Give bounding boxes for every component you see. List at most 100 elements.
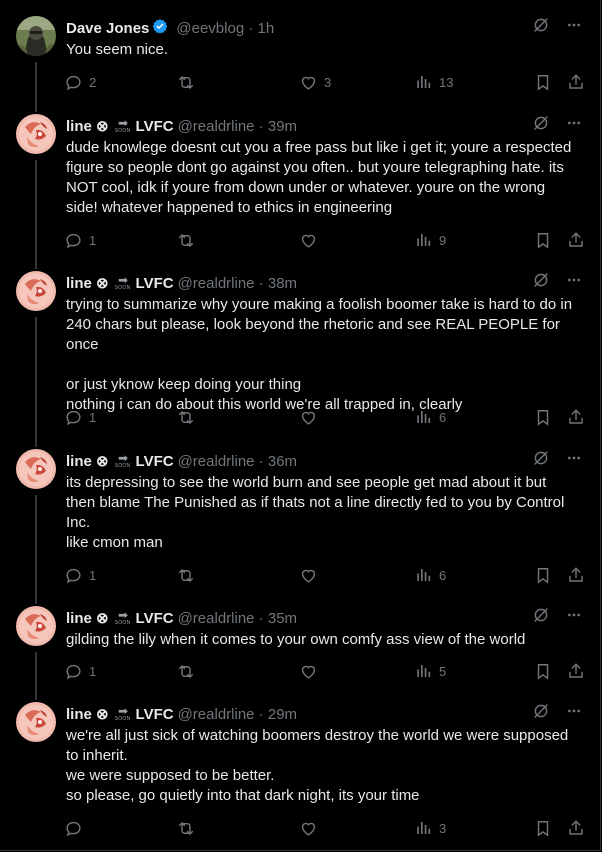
like-button[interactable] bbox=[299, 230, 324, 250]
grok-icon[interactable] bbox=[532, 271, 550, 289]
views-icon bbox=[415, 566, 433, 584]
author-name-suffix[interactable]: LVFC bbox=[136, 610, 174, 627]
grok-icon[interactable] bbox=[532, 114, 550, 132]
share-button[interactable] bbox=[567, 818, 585, 838]
timestamp[interactable]: 1h bbox=[258, 20, 275, 37]
views-button[interactable]: 13 bbox=[415, 72, 453, 92]
author-handle[interactable]: @realdrline bbox=[178, 610, 255, 627]
timestamp[interactable]: 36m bbox=[268, 453, 297, 470]
bookmark-button[interactable] bbox=[534, 565, 552, 585]
bookmark-button[interactable] bbox=[534, 230, 552, 250]
timestamp[interactable]: 29m bbox=[268, 706, 297, 723]
like-button[interactable] bbox=[299, 818, 324, 838]
timestamp[interactable]: 39m bbox=[268, 118, 297, 135]
author-handle[interactable]: @realdrline bbox=[178, 706, 255, 723]
timestamp[interactable]: 38m bbox=[268, 275, 297, 292]
more-icon[interactable] bbox=[566, 272, 582, 288]
reply-button[interactable]: 1 bbox=[64, 565, 96, 585]
avatar[interactable] bbox=[16, 702, 56, 742]
like-button[interactable] bbox=[299, 565, 324, 585]
views-button[interactable]: 5 bbox=[415, 661, 446, 681]
reply-button[interactable] bbox=[64, 818, 89, 838]
bookmark-icon bbox=[534, 73, 552, 92]
bookmark-icon bbox=[534, 819, 552, 838]
views-button[interactable]: 6 bbox=[415, 407, 446, 427]
author-name[interactable]: line ⊗ bbox=[66, 452, 109, 470]
soon-badge-icon: ➡ SOON bbox=[115, 117, 131, 135]
more-icon[interactable] bbox=[566, 17, 582, 33]
tweet-text-line: NOT cool, idk if youre from down under o… bbox=[66, 179, 546, 196]
author-name[interactable]: line ⊗ bbox=[66, 609, 109, 627]
share-icon bbox=[567, 662, 585, 680]
views-count: 6 bbox=[439, 567, 447, 583]
grok-icon[interactable] bbox=[532, 16, 550, 34]
share-button[interactable] bbox=[567, 407, 585, 427]
avatar[interactable] bbox=[16, 114, 56, 154]
reply-button[interactable]: 1 bbox=[64, 230, 96, 250]
avatar[interactable] bbox=[16, 449, 56, 489]
author-name[interactable]: line ⊗ bbox=[66, 705, 109, 723]
author-handle[interactable]: @realdrline bbox=[178, 118, 255, 135]
tweet-menu bbox=[532, 606, 582, 624]
avatar[interactable] bbox=[16, 16, 56, 56]
soon-label: SOON bbox=[114, 463, 131, 469]
like-button[interactable] bbox=[299, 407, 324, 427]
reply-button[interactable]: 2 bbox=[64, 72, 96, 92]
share-button[interactable] bbox=[567, 72, 585, 92]
bookmark-icon bbox=[534, 408, 552, 427]
retweet-button[interactable] bbox=[176, 72, 202, 92]
author-handle[interactable]: @realdrline bbox=[178, 453, 255, 470]
tweet-actions: 16 bbox=[64, 407, 584, 427]
heart-icon bbox=[299, 408, 318, 427]
author-name-suffix[interactable]: LVFC bbox=[136, 453, 174, 470]
bookmark-button[interactable] bbox=[534, 72, 552, 92]
views-icon bbox=[415, 819, 433, 837]
reply-button[interactable]: 1 bbox=[64, 407, 96, 427]
reply-button[interactable]: 1 bbox=[64, 661, 96, 681]
author-name-suffix[interactable]: LVFC bbox=[136, 275, 174, 292]
more-icon[interactable] bbox=[566, 703, 582, 719]
avatar[interactable] bbox=[16, 271, 56, 311]
retweet-button[interactable] bbox=[176, 818, 202, 838]
tweet-text-line: its depressing to see the world burn and… bbox=[66, 474, 547, 491]
like-button[interactable]: 3 bbox=[299, 72, 331, 92]
retweet-button[interactable] bbox=[176, 407, 202, 427]
bookmark-button[interactable] bbox=[534, 661, 552, 681]
more-icon[interactable] bbox=[566, 450, 582, 466]
like-button[interactable] bbox=[299, 661, 324, 681]
author-handle[interactable]: @eevblog bbox=[176, 20, 244, 37]
more-icon[interactable] bbox=[566, 607, 582, 623]
tweet-header: line ⊗ ➡ SOON LVFC @realdrline · 35m bbox=[66, 608, 297, 628]
grok-icon[interactable] bbox=[532, 606, 550, 624]
author-name-suffix[interactable]: LVFC bbox=[136, 118, 174, 135]
share-button[interactable] bbox=[567, 661, 585, 681]
avatar[interactable] bbox=[16, 606, 56, 646]
share-button[interactable] bbox=[567, 565, 585, 585]
replies-count: 1 bbox=[89, 567, 97, 583]
author-name[interactable]: line ⊗ bbox=[66, 117, 109, 135]
grok-icon[interactable] bbox=[532, 702, 550, 720]
tweet-actions: 19 bbox=[64, 230, 584, 250]
tweet-text: its depressing to see the world burn and… bbox=[66, 473, 586, 553]
author-name[interactable]: Dave Jones bbox=[66, 20, 149, 37]
retweet-button[interactable] bbox=[176, 230, 202, 250]
tweet-text-line: trying to summarize why youre making a f… bbox=[66, 296, 573, 313]
more-icon[interactable] bbox=[566, 115, 582, 131]
retweet-button[interactable] bbox=[176, 661, 202, 681]
tweet-text-line bbox=[66, 355, 586, 375]
bookmark-button[interactable] bbox=[534, 407, 552, 427]
retweet-button[interactable] bbox=[176, 565, 202, 585]
share-button[interactable] bbox=[567, 230, 585, 250]
views-button[interactable]: 3 bbox=[415, 818, 446, 838]
author-handle[interactable]: @realdrline bbox=[178, 275, 255, 292]
grok-icon[interactable] bbox=[532, 449, 550, 467]
views-button[interactable]: 9 bbox=[415, 230, 446, 250]
likes-count: 3 bbox=[324, 74, 332, 90]
bookmark-button[interactable] bbox=[534, 818, 552, 838]
views-button[interactable]: 6 bbox=[415, 565, 446, 585]
author-name-suffix[interactable]: LVFC bbox=[136, 706, 174, 723]
timestamp[interactable]: 35m bbox=[268, 610, 297, 627]
author-name[interactable]: line ⊗ bbox=[66, 274, 109, 292]
tweet-menu bbox=[532, 449, 582, 467]
separator: · bbox=[254, 117, 268, 135]
